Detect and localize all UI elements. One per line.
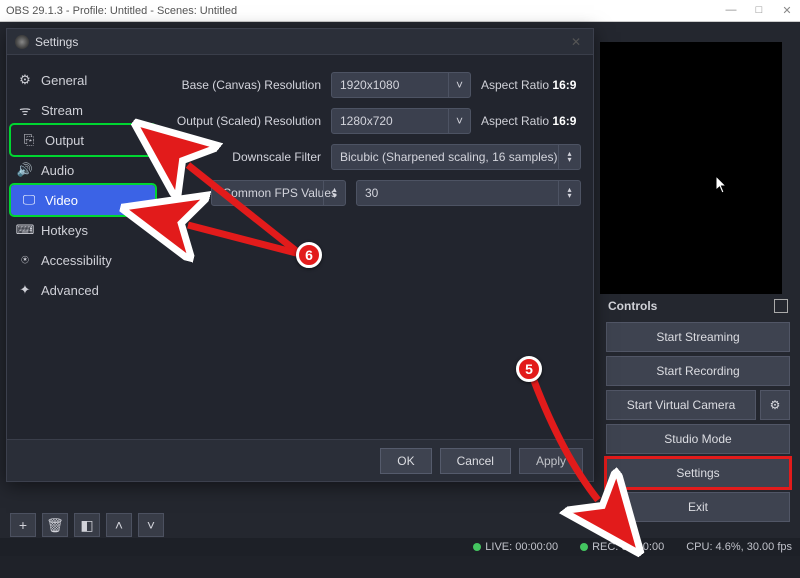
sidebar-item-audio[interactable]: 🔊Audio [7,155,159,185]
undock-icon[interactable] [774,299,788,313]
maximize-button[interactable]: □ [752,4,766,17]
base-resolution-combo[interactable]: 1920x1080˅ [331,72,471,98]
sidebar-item-advanced[interactable]: ✦Advanced [7,275,159,305]
start-virtual-camera-button[interactable]: Start Virtual Camera [606,390,756,420]
mouse-cursor-icon [716,176,730,196]
dialog-close-button[interactable] [567,35,585,49]
settings-dialog: Settings ⚙General ᯤStream ⎘Output 🔊Audio… [6,28,594,482]
gear-icon: ⚙ [770,398,781,412]
controls-header: Controls [600,294,796,318]
plus-icon: + [19,517,27,533]
obs-icon [15,35,29,49]
status-live: LIVE: 00:00:00 [473,541,558,553]
window-title: OBS 29.1.3 - Profile: Untitled - Scenes:… [6,5,724,17]
spinner-icon: ▴▾ [558,145,580,169]
monitor-icon: 🖵 [21,192,37,208]
trash-icon: 🗑 [46,517,64,534]
antenna-icon: ᯤ [17,101,33,119]
fps-type-combo[interactable]: Common FPS Values▴▾ [211,180,346,206]
status-bar: LIVE: 00:00:00 REC: 00:00:00 CPU: 4.6%, … [0,538,800,556]
output-resolution-label: Output (Scaled) Resolution [171,114,321,128]
live-dot-icon [473,543,481,551]
spinner-icon: ▴▾ [323,181,345,205]
studio-mode-button[interactable]: Studio Mode [606,424,790,454]
main-window-titlebar: OBS 29.1.3 - Profile: Untitled - Scenes:… [0,0,800,22]
sidebar-item-accessibility[interactable]: ⍟Accessibility [7,245,159,275]
controls-panel: Controls Start Streaming Start Recording… [600,294,796,526]
add-scene-button[interactable]: + [10,513,36,537]
speaker-icon: 🔊 [17,162,33,178]
start-streaming-button[interactable]: Start Streaming [606,322,790,352]
remove-scene-button[interactable]: 🗑 [42,513,68,537]
spinner-icon: ▴▾ [558,181,580,205]
status-cpu: CPU: 4.6%, 30.00 fps [686,541,792,553]
scene-toolbar: + 🗑 ◧ ˄ ˅ [0,512,164,538]
columns-icon: ◧ [80,517,93,534]
chevron-down-icon: ˅ [448,73,470,97]
dialog-footer: OK Cancel Apply [7,439,593,481]
sidebar-item-general[interactable]: ⚙General [7,65,159,95]
settings-form-video: Base (Canvas) Resolution 1920x1080˅ Aspe… [159,55,593,439]
sidebar-item-video[interactable]: 🖵Video [11,185,155,215]
controls-header-label: Controls [608,299,657,313]
downscale-filter-label: Downscale Filter [171,150,321,164]
keyboard-icon: ⌨ [17,222,33,238]
settings-sidebar: ⚙General ᯤStream ⎘Output 🔊Audio 🖵Video ⌨… [7,55,159,439]
ok-button[interactable]: OK [380,448,431,474]
sidebar-item-output[interactable]: ⎘Output [11,125,155,155]
move-up-button[interactable]: ˄ [106,513,132,537]
preview-canvas[interactable] [600,42,782,310]
base-resolution-label: Base (Canvas) Resolution [171,78,321,92]
window-buttons: — □ ✕ [724,4,794,17]
status-rec: REC: 00:00:00 [580,541,664,553]
virtual-camera-settings-button[interactable]: ⚙ [760,390,790,420]
accessibility-icon: ⍟ [17,252,33,268]
tools-icon: ✦ [17,282,33,298]
output-aspect-label: Aspect Ratio 16:9 [481,114,576,128]
dialog-titlebar: Settings [7,29,593,55]
chevron-down-icon: ˅ [448,109,470,133]
dialog-title: Settings [35,35,567,49]
move-down-button[interactable]: ˅ [138,513,164,537]
cancel-button[interactable]: Cancel [440,448,511,474]
output-resolution-combo[interactable]: 1280x720˅ [331,108,471,134]
scene-filters-button[interactable]: ◧ [74,513,100,537]
main-area: Controls Start Streaming Start Recording… [0,22,800,556]
output-icon: ⎘ [21,132,37,148]
minimize-button[interactable]: — [724,4,738,17]
base-aspect-label: Aspect Ratio 16:9 [481,78,576,92]
fps-value-combo[interactable]: 30▴▾ [356,180,581,206]
gear-icon: ⚙ [17,72,33,88]
downscale-filter-combo[interactable]: Bicubic (Sharpened scaling, 16 samples)▴… [331,144,581,170]
chevron-down-icon: ˅ [147,517,155,533]
exit-button[interactable]: Exit [606,492,790,522]
sidebar-item-hotkeys[interactable]: ⌨Hotkeys [7,215,159,245]
rec-dot-icon [580,543,588,551]
close-button[interactable]: ✕ [780,4,794,17]
apply-button[interactable]: Apply [519,448,583,474]
controls-settings-button[interactable]: Settings [606,458,790,488]
sidebar-item-stream[interactable]: ᯤStream [7,95,159,125]
start-recording-button[interactable]: Start Recording [606,356,790,386]
chevron-up-icon: ˄ [115,517,123,533]
